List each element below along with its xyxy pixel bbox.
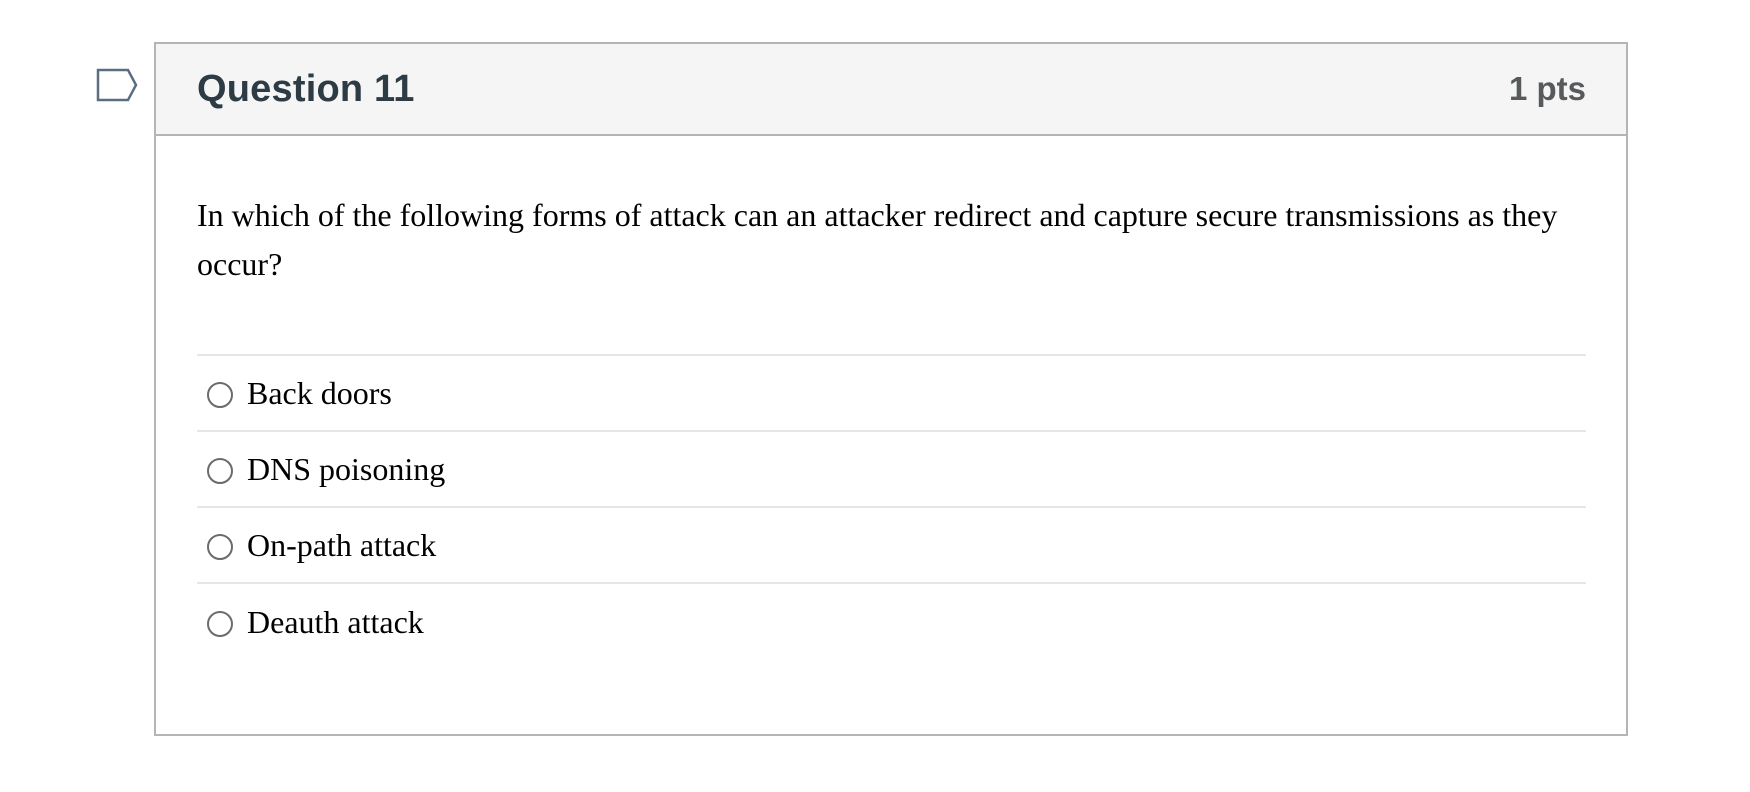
- radio-button[interactable]: [207, 458, 233, 484]
- radio-button[interactable]: [207, 611, 233, 637]
- question-title: Question 11: [197, 67, 415, 110]
- answer-option[interactable]: On-path attack: [197, 508, 1586, 584]
- flag-question-icon[interactable]: [96, 68, 140, 104]
- question-points: 1 pts: [1508, 70, 1586, 107]
- answer-label: Back doors: [247, 374, 392, 411]
- answer-option[interactable]: Back doors: [197, 356, 1586, 432]
- radio-button[interactable]: [207, 534, 233, 560]
- answer-option[interactable]: Deauth attack: [197, 584, 1586, 660]
- answer-label: On-path attack: [247, 526, 437, 563]
- answer-list: Back doors DNS poisoning On-path attack …: [197, 354, 1586, 660]
- answer-label: DNS poisoning: [247, 450, 446, 487]
- answer-label: Deauth attack: [247, 603, 424, 640]
- question-header: Question 11 1 pts: [156, 44, 1626, 136]
- answer-option[interactable]: DNS poisoning: [197, 432, 1586, 508]
- question-text: In which of the following forms of attac…: [197, 197, 1558, 282]
- question-body: In which of the following forms of attac…: [156, 136, 1626, 660]
- question-card: Question 11 1 pts In which of the follow…: [154, 42, 1628, 736]
- radio-button[interactable]: [207, 382, 233, 408]
